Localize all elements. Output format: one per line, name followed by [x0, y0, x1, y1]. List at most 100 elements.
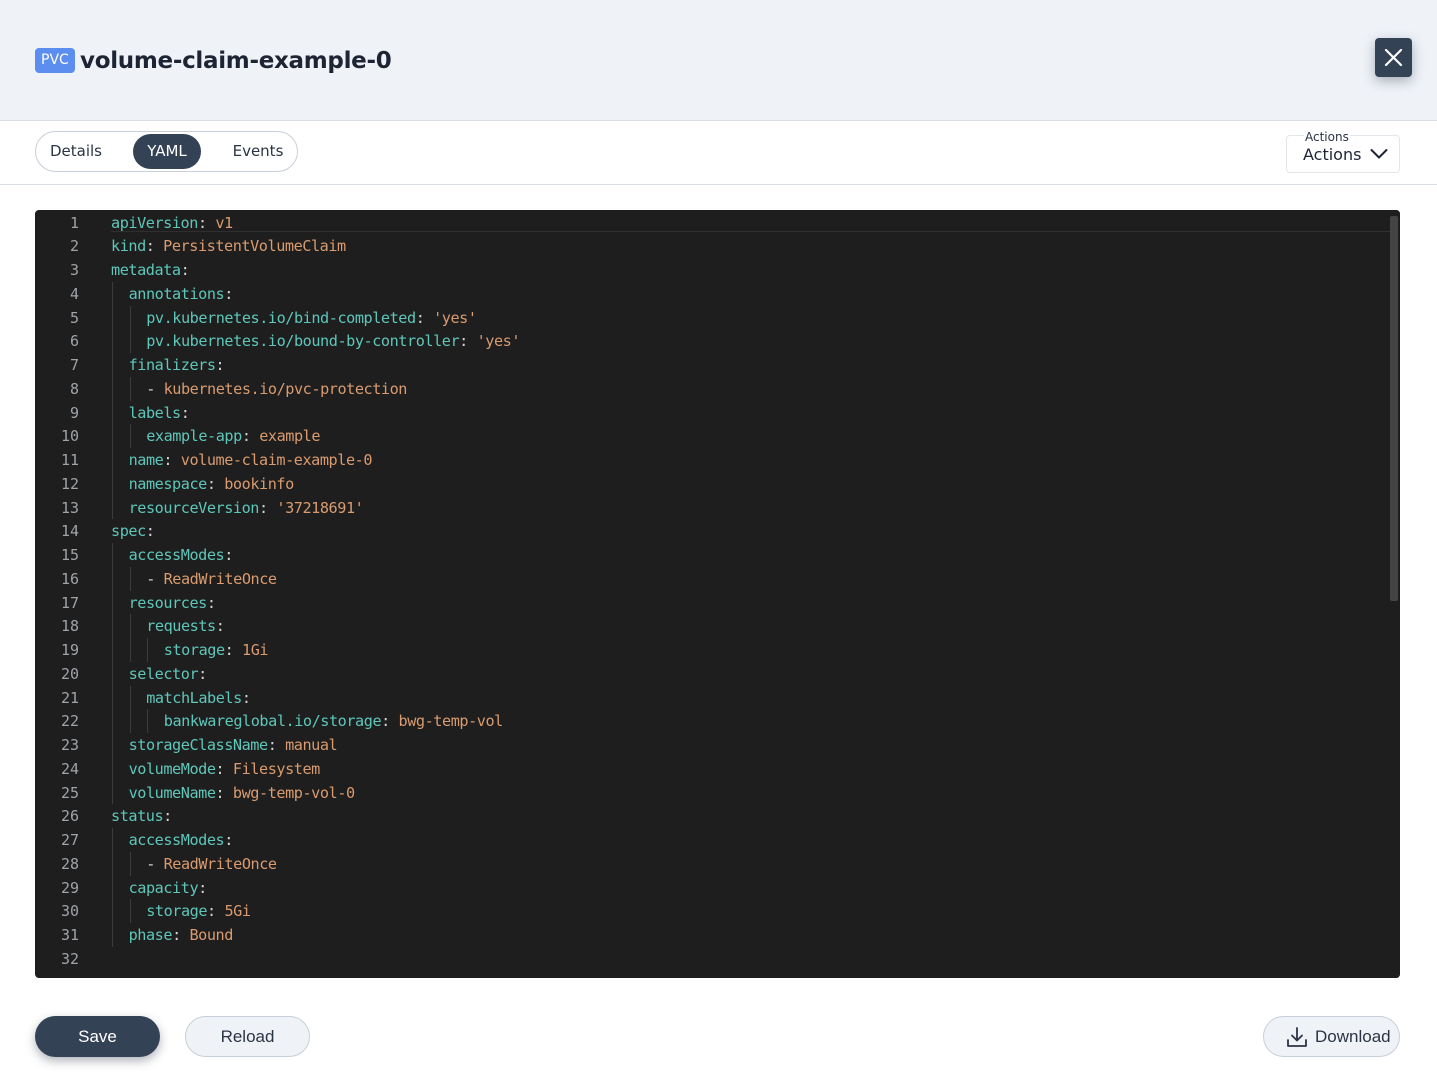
yaml-value: 'yes'	[476, 332, 521, 351]
line-number: 4	[69, 284, 79, 303]
yaml-line: spec:	[111, 519, 155, 543]
line-number: 1	[69, 213, 79, 232]
yaml-line: requests:	[146, 614, 225, 638]
close-button[interactable]	[1375, 38, 1412, 77]
yaml-key: namespace	[128, 474, 208, 493]
yaml-value: volume-claim-example-0	[180, 451, 373, 469]
yaml-list-dash: -	[146, 854, 164, 873]
yaml-value: Bound	[189, 926, 233, 944]
line-number: 15	[60, 546, 79, 564]
tab-yaml[interactable]: YAML	[133, 134, 201, 169]
indent-guide	[129, 424, 131, 448]
yaml-line: resourceVersion: '37218691'	[129, 496, 364, 520]
yaml-key: capacity	[128, 878, 199, 897]
chevron-down-icon	[1370, 149, 1388, 159]
yaml-line: - ReadWriteOnce	[146, 567, 277, 591]
yaml-key: name	[128, 451, 164, 469]
reload-button[interactable]: Reload	[185, 1016, 310, 1057]
download-label: Download	[1315, 1027, 1391, 1046]
yaml-line: finalizers:	[129, 353, 225, 377]
yaml-key: matchLabels	[146, 688, 242, 707]
yaml-key: example-app	[146, 427, 242, 446]
indent-guide	[112, 281, 113, 520]
yaml-line: pv.kubernetes.io/bound-by-controller: 'y…	[146, 329, 520, 353]
yaml-key: annotations	[128, 284, 225, 303]
download-button[interactable]: Download	[1263, 1016, 1400, 1057]
line-number: 18	[60, 617, 79, 636]
line-number: 28	[60, 854, 79, 873]
yaml-key: storageClassName	[128, 736, 269, 754]
yaml-editor[interactable]: apiVersion: v1 kind: PersistentVolumeClai…	[35, 210, 1400, 978]
line-number: 6	[69, 332, 79, 351]
yaml-value: PersistentVolumeClaim	[163, 237, 346, 256]
yaml-line: labels:	[129, 401, 190, 425]
yaml-colon: :	[198, 664, 207, 683]
line-number: 19	[60, 641, 79, 659]
yaml-colon: :	[259, 498, 277, 517]
yaml-key: bankwareglobal.io/storage	[163, 712, 382, 731]
yaml-value: bookinfo	[224, 474, 294, 493]
page-title: volume-claim-example-0	[80, 48, 392, 74]
yaml-line: storage: 1Gi	[164, 638, 269, 662]
line-number: 16	[60, 569, 79, 588]
yaml-colon: :	[215, 617, 225, 636]
yaml-colon: :	[145, 522, 155, 541]
yaml-colon: :	[415, 308, 434, 327]
yaml-list-item: ReadWriteOnce	[163, 569, 277, 588]
yaml-colon: :	[180, 403, 190, 422]
line-number: 10	[60, 427, 79, 446]
indent-guide	[112, 543, 113, 805]
yaml-key: accessModes	[128, 546, 225, 564]
yaml-colon: :	[163, 807, 172, 826]
line-number: 22	[60, 712, 79, 731]
line-number: 12	[60, 474, 79, 493]
yaml-value: 1Gi	[242, 641, 269, 659]
save-button[interactable]: Save	[35, 1016, 160, 1057]
line-number: 30	[60, 902, 79, 921]
yaml-value: example	[259, 427, 321, 446]
view-tabs: Details YAML Events	[35, 131, 298, 172]
actions-caption: Actions	[1304, 130, 1350, 144]
yaml-colon: :	[215, 356, 225, 374]
yaml-line: capacity:	[128, 876, 208, 900]
actions-dropdown[interactable]: Actions Actions	[1286, 130, 1400, 173]
yaml-key: metadata	[111, 261, 181, 279]
indent-guide	[129, 305, 131, 353]
yaml-list-item: kubernetes.io/pvc-protection	[163, 379, 408, 398]
yaml-key: pv.kubernetes.io/bound-by-controller	[146, 332, 460, 351]
yaml-value: 'yes'	[433, 308, 477, 327]
tab-events[interactable]: Events	[221, 134, 295, 169]
line-number: 29	[60, 878, 79, 897]
current-line-highlight	[111, 231, 1391, 232]
yaml-line: status:	[111, 804, 172, 828]
yaml-key: status	[111, 807, 164, 826]
yaml-line: apiVersion: v1	[111, 211, 233, 235]
line-number: 8	[69, 379, 79, 398]
download-icon	[1287, 1027, 1307, 1047]
line-number: 23	[60, 736, 79, 754]
yaml-list-item: ReadWriteOnce	[163, 854, 277, 873]
line-number: 7	[69, 356, 79, 374]
yaml-colon: :	[224, 546, 233, 564]
indent-guide	[129, 851, 131, 876]
yaml-line: example-app: example	[146, 424, 320, 448]
tab-details[interactable]: Details	[40, 134, 112, 169]
editor-scrollbar-thumb[interactable]	[1390, 216, 1398, 601]
yaml-key: phase	[128, 926, 173, 944]
indent-guide	[129, 566, 131, 591]
yaml-key: resources	[128, 593, 208, 612]
line-number: 20	[60, 664, 79, 683]
yaml-value: manual	[285, 736, 338, 754]
indent-guide	[147, 638, 149, 662]
line-number: 5	[69, 308, 79, 327]
yaml-colon: :	[206, 474, 225, 493]
close-icon	[1384, 48, 1403, 67]
line-number: 17	[60, 593, 79, 612]
yaml-line: metadata:	[111, 258, 190, 282]
yaml-colon: :	[198, 878, 207, 897]
yaml-value: 5Gi	[224, 902, 251, 921]
yaml-key: resourceVersion	[128, 498, 260, 517]
yaml-colon: :	[267, 736, 286, 754]
yaml-line: bankwareglobal.io/storage: bwg-temp-vol	[163, 709, 504, 733]
yaml-colon: :	[197, 213, 216, 232]
